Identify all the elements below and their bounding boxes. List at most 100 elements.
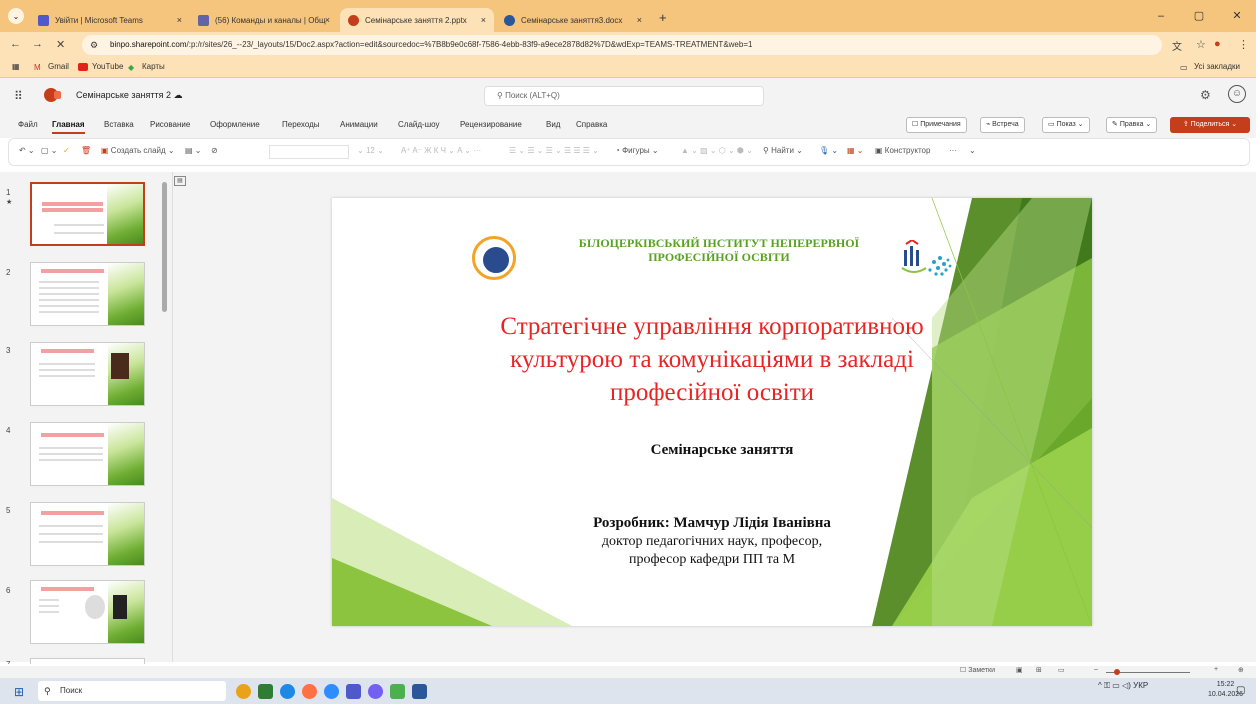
main-slide[interactable]: БІЛОЦЕРКІВСЬКИЙ ІНСТИТУТ НЕПЕРЕРВНОЇ ПРО… [332,198,1092,626]
zoom-slider-knob[interactable] [1114,669,1120,675]
slide-thumbnail-4[interactable] [30,422,145,486]
zoom-in-button[interactable]: + [1214,666,1218,673]
meeting-button[interactable]: ⌁ Встреча [980,117,1025,133]
account-icon[interactable]: ☺ [1228,85,1246,103]
menu-transitions[interactable]: Переходы [282,120,320,129]
tab-close-icon[interactable]: × [325,15,330,25]
notifications-icon[interactable]: ▢ [1236,685,1245,696]
document-title[interactable]: Семінарське заняття 2 ☁ [76,90,183,101]
tab-teams[interactable]: Увійти | Microsoft Teams × [30,8,190,32]
translate-icon[interactable]: 文 [1172,38,1182,53]
zoom-out-button[interactable]: – [1094,666,1098,673]
delete-icon[interactable]: 🗑 [81,146,91,155]
slide-thumbnail-2[interactable] [30,262,145,326]
designer-icon[interactable]: ▦ ⌄ [847,146,863,155]
layout-icon[interactable]: ▤ ⌄ [185,146,201,155]
windows-start-icon[interactable]: ⊞ [14,685,24,699]
close-window-button[interactable]: ✕ [1218,0,1256,32]
viber-taskbar-icon[interactable] [368,684,383,699]
menu-view[interactable]: Вид [546,120,560,129]
reading-view-icon[interactable]: ▭ [1058,666,1065,674]
minimize-button[interactable]: – [1142,0,1180,32]
stop-button[interactable]: ✕ [56,38,65,51]
tab-close-icon[interactable]: × [637,15,642,25]
word-taskbar-icon[interactable] [412,684,427,699]
format-painter-icon[interactable]: ✓ [63,146,70,155]
slide-subtitle[interactable]: Семінарське заняття [572,442,872,459]
apps-icon[interactable]: ▦ [12,62,20,71]
teams-taskbar-icon[interactable] [346,684,361,699]
menu-insert[interactable]: Вставка [104,120,134,129]
zoom-taskbar-icon[interactable] [324,684,339,699]
slide-sorter-icon[interactable]: ⊞ [1036,666,1042,674]
menu-animations[interactable]: Анимации [340,120,378,129]
profile-icon[interactable]: ● [1214,38,1221,50]
collapse-ribbon-icon[interactable]: ⌄ [969,146,976,155]
search-input[interactable]: ⚲ Поиск (ALT+Q) [484,86,764,106]
new-slide-button[interactable]: ▣ Создать слайд ⌄ [101,146,175,155]
tab-close-icon[interactable]: × [481,15,486,25]
tab-docx[interactable]: Семінарське заняття3.docx × [496,8,650,32]
chrome-taskbar-icon[interactable] [236,684,251,699]
forward-button[interactable]: → [32,38,43,50]
tab-pptx[interactable]: Семінарське заняття 2.pptx × [340,8,494,32]
designer-button[interactable]: ▣ Конструктор [875,146,930,155]
menu-help[interactable]: Справка [576,120,607,129]
present-button[interactable]: ▭ Показ ⌄ [1042,117,1090,133]
comments-button[interactable]: ☐ Примечания [906,117,967,133]
bookmark-star-icon[interactable]: ☆ [1196,38,1206,51]
share-button[interactable]: ⇪ Поделиться ⌄ [1170,117,1250,133]
slide-thumbnail-6[interactable] [30,580,145,644]
shapes-button[interactable]: ◔ Фигуры ⌄ [615,146,659,155]
taskbar-search[interactable]: ⚲ Поиск [38,681,226,701]
hide-slide-icon[interactable]: ⊘ [211,146,218,155]
edit-button[interactable]: ✎ Правка ⌄ [1106,117,1158,133]
slide-title[interactable]: Стратегічне управління корпоративною кул… [452,310,972,409]
slide-thumbnail-3[interactable] [30,342,145,406]
all-bookmarks[interactable]: ▭ Усі закладки [1180,62,1240,72]
bookmark-maps[interactable]: ◆ Карты [128,62,165,72]
author-block[interactable]: Розробник: Мамчур Лідія Іванівна доктор … [522,514,902,569]
menu-design[interactable]: Оформление [210,120,260,129]
paste-icon[interactable]: ▢ ⌄ [41,146,57,155]
outline-toggle-icon[interactable]: ▤ [174,176,186,186]
settings-icon[interactable]: ⚙ [1200,88,1211,102]
font-format-icons[interactable]: A⁺ A⁻ Ж К Ч ⌄ A ⌄ ··· [401,146,481,155]
more-options-icon[interactable]: ··· [949,146,957,155]
menu-slideshow[interactable]: Слайд-шоу [398,120,439,129]
url-field[interactable]: ⚙ binpo.sharepoint.com/:p:/r/sites/26_--… [82,35,1162,55]
pane-splitter[interactable] [172,172,173,662]
normal-view-icon[interactable]: ▣ [1016,666,1023,674]
fit-to-window-icon[interactable]: ⊕ [1238,666,1244,674]
find-button[interactable]: ⚲ Найти ⌄ [763,146,803,155]
bookmark-gmail[interactable]: M Gmail [34,62,69,72]
site-info-icon[interactable]: ⚙ [90,35,98,55]
app-taskbar-icon[interactable] [390,684,405,699]
tab-close-icon[interactable]: × [177,15,182,25]
undo-icon[interactable]: ↶ ⌄ [19,146,35,155]
table-app-taskbar-icon[interactable] [258,684,273,699]
dictate-icon[interactable]: 🎙 ⌄ [819,146,838,155]
powerpoint-logo[interactable] [44,88,61,102]
paragraph-icons[interactable]: ☰ ⌄ ☰ ⌄ ☰ ⌄ ☰ ☰ ☰ ⌄ [509,146,599,155]
menu-draw[interactable]: Рисование [150,120,190,129]
slide-thumbnail-5[interactable] [30,502,145,566]
edge-taskbar-icon[interactable] [280,684,295,699]
maximize-button[interactable]: ▢ [1180,0,1218,32]
menu-review[interactable]: Рецензирование [460,120,522,129]
tab-search-icon[interactable]: ⌄ [8,8,24,24]
bookmark-youtube[interactable]: YouTube [78,62,123,71]
new-tab-button[interactable]: + [659,10,667,25]
slide-thumbnail-7[interactable] [30,658,145,664]
tab-teams-channels[interactable]: (56) Команды и каналы | Общ × [190,8,338,32]
menu-file[interactable]: Файл [18,120,38,129]
menu-home[interactable]: Главная [52,120,85,134]
browser-menu-icon[interactable]: ⋮ [1238,38,1249,51]
system-tray[interactable]: ^ ⚿ ▭ ◁) УКР [1098,681,1148,691]
thumbnails-scrollbar[interactable] [162,182,167,312]
slide-thumbnail-1[interactable] [30,182,145,246]
notes-button[interactable]: ☐ Заметки [960,666,995,674]
arrange-icons[interactable]: ▲ ⌄ ▨ ⌄ ⬡ ⌄ ⬢ ⌄ [681,146,753,155]
font-size-field[interactable]: ⌄ 12 ⌄ [357,146,384,155]
firefox-taskbar-icon[interactable] [302,684,317,699]
